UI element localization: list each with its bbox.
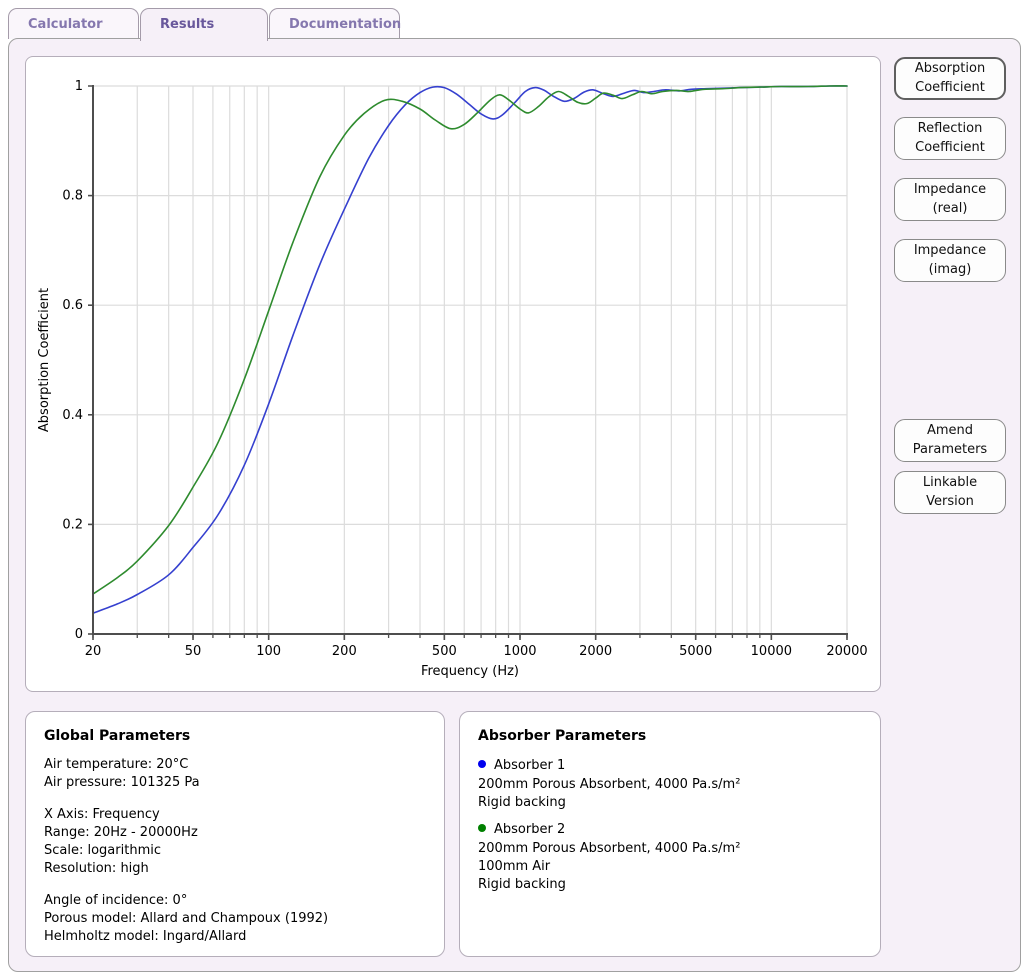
reflection-coefficient-button[interactable]: Reflection Coefficient	[894, 117, 1006, 160]
absorber-2-air-gap: 100mm Air	[478, 859, 551, 874]
param-angle-of-incidence: Angle of incidence: 0°	[44, 893, 188, 908]
param-scale: Scale: logarithmic	[44, 843, 161, 858]
absorber-2-header: Absorber 2	[478, 820, 862, 840]
tab-calculator[interactable]: Calculator	[8, 8, 139, 39]
svg-text:0.6: 0.6	[62, 298, 83, 313]
param-air-pressure: Air pressure: 101325 Pa	[44, 775, 200, 790]
absorber-parameters-title: Absorber Parameters	[478, 728, 647, 744]
svg-text:Absorption Coefficient: Absorption Coefficient	[37, 288, 52, 432]
absorber-2-backing: Rigid backing	[478, 877, 566, 892]
svg-text:20: 20	[85, 644, 102, 659]
linkable-version-button[interactable]: Linkable Version	[894, 471, 1006, 514]
global-parameters-panel: Global Parameters Air temperature: 20°C …	[25, 711, 445, 957]
results-container: 20 50 100 200 500 1000 2000 5000 10000 20000 0 0.2 0…	[8, 38, 1021, 972]
svg-text:100: 100	[256, 644, 281, 659]
absorber-1-legend-dot	[478, 760, 486, 768]
absorber-2-layer: 200mm Porous Absorbent, 4000 Pa.s/m²	[478, 841, 741, 856]
tab-documentation[interactable]: Documentation	[269, 8, 401, 39]
param-helmholtz-model: Helmholtz model: Ingard/Allard	[44, 929, 247, 944]
svg-text:0.4: 0.4	[62, 408, 83, 423]
svg-text:2000: 2000	[579, 644, 612, 659]
param-porous-model: Porous model: Allard and Champoux (1992)	[44, 911, 329, 926]
svg-text:Frequency (Hz): Frequency (Hz)	[421, 664, 519, 679]
svg-text:200: 200	[332, 644, 357, 659]
absorber-2-legend-dot	[478, 824, 486, 832]
svg-text:0: 0	[75, 627, 83, 642]
svg-text:1: 1	[75, 79, 83, 94]
svg-text:5000: 5000	[679, 644, 712, 659]
tab-results[interactable]: Results	[140, 8, 268, 41]
absorber-1-backing: Rigid backing	[478, 795, 566, 810]
absorber-1-layer: 200mm Porous Absorbent, 4000 Pa.s/m²	[478, 777, 741, 792]
absorber-parameters-panel: Absorber Parameters Absorber 1 200mm Por…	[459, 711, 881, 957]
svg-text:0.8: 0.8	[62, 189, 83, 204]
svg-text:50: 50	[185, 644, 202, 659]
absorber-1-header: Absorber 1	[478, 756, 862, 776]
impedance-real-button[interactable]: Impedance (real)	[894, 178, 1006, 221]
param-resolution: Resolution: high	[44, 861, 149, 876]
absorber-2-name: Absorber 2	[494, 822, 566, 837]
svg-text:0.2: 0.2	[62, 517, 83, 532]
svg-text:500: 500	[432, 644, 457, 659]
impedance-imag-button[interactable]: Impedance (imag)	[894, 239, 1006, 282]
svg-text:10000: 10000	[751, 644, 792, 659]
param-air-temperature: Air temperature: 20°C	[44, 757, 189, 772]
param-spacer	[44, 878, 426, 892]
amend-parameters-button[interactable]: Amend Parameters	[894, 419, 1006, 462]
absorber-1-name: Absorber 1	[494, 758, 566, 773]
param-spacer	[44, 792, 426, 806]
param-range: Range: 20Hz - 20000Hz	[44, 825, 198, 840]
svg-text:1000: 1000	[503, 644, 536, 659]
svg-text:20000: 20000	[826, 644, 867, 659]
absorption-chart: 20 50 100 200 500 1000 2000 5000 10000 20000 0 0.2 0…	[37, 79, 868, 679]
param-x-axis: X Axis: Frequency	[44, 807, 160, 822]
absorption-coefficient-button[interactable]: Absorption Coefficient	[894, 57, 1006, 100]
chart-panel: 20 50 100 200 500 1000 2000 5000 10000 20000 0 0.2 0…	[25, 56, 881, 692]
global-parameters-title: Global Parameters	[44, 728, 191, 744]
